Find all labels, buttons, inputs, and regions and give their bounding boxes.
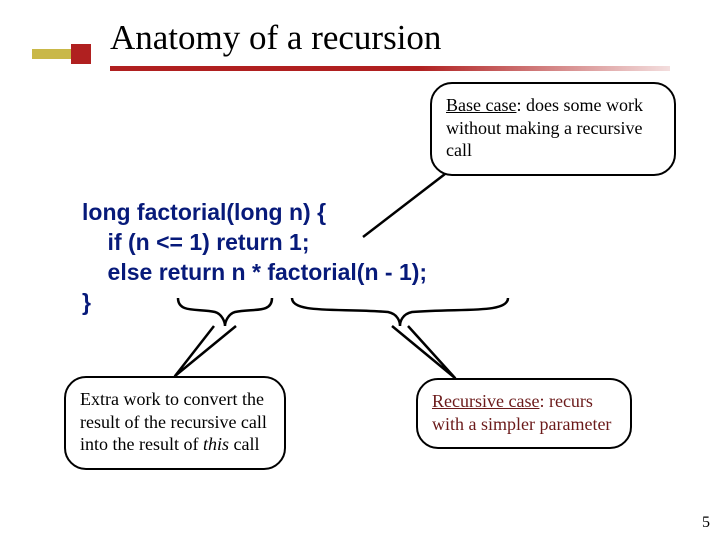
callout-base-label: Base case — [446, 95, 516, 115]
title-bullet-decoration — [32, 40, 100, 68]
page-number: 5 — [702, 514, 710, 532]
code-block: long factorial(long n) { if (n <= 1) ret… — [82, 198, 427, 318]
code-line-1: long factorial(long n) { — [82, 199, 326, 225]
callout-extra-work: Extra work to convert the result of the … — [64, 376, 286, 470]
callout-recursive-case: Recursive case: recurs with a simpler pa… — [416, 378, 632, 449]
callout-extra-text: Extra work to convert the result of the … — [80, 389, 267, 454]
slide-title: Anatomy of a recursion — [110, 18, 441, 58]
code-line-2: if (n <= 1) return 1; — [82, 229, 309, 255]
title-underline — [110, 66, 670, 71]
code-line-4: } — [82, 289, 91, 315]
code-line-3: else return n * factorial(n - 1); — [82, 259, 427, 285]
callout-recursive-label: Recursive case — [432, 391, 539, 411]
callout-base-case: Base case: does some work without making… — [430, 82, 676, 176]
